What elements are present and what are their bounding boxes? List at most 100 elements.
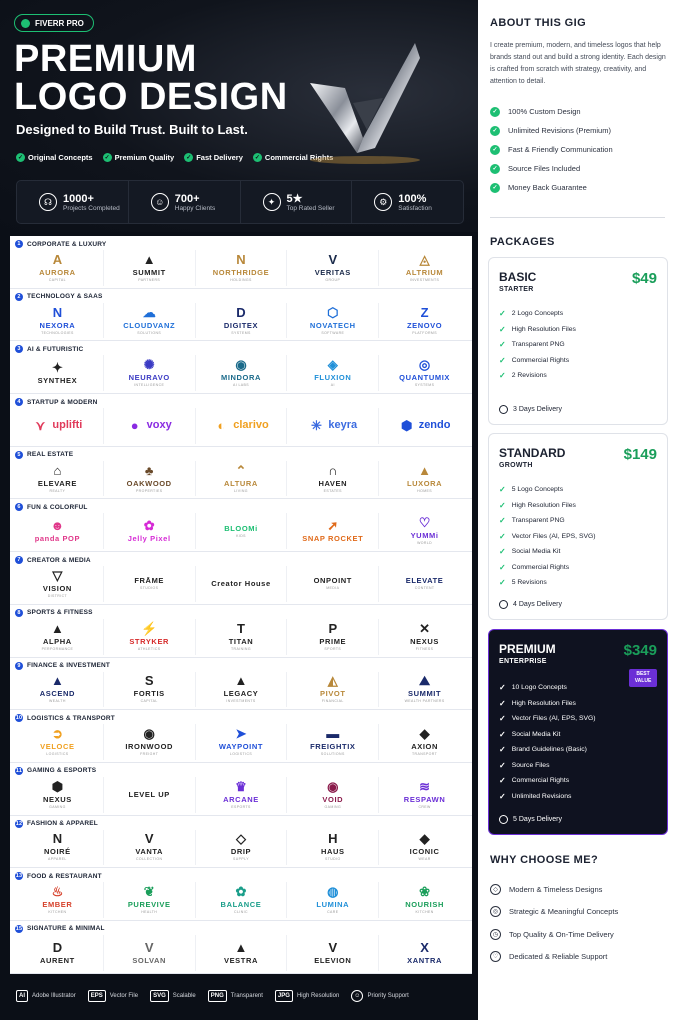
logo-name: NOURISH	[405, 900, 444, 910]
logo-card[interactable]: ☁ CLOUDVANZ SOLUTIONS	[104, 302, 196, 339]
logo-tagline: STUDIOS	[140, 586, 159, 591]
category-section: 10 LOGISTICS & TRANSPORT ➲ VELOCE LOGISTICS ◉…	[10, 710, 472, 763]
logo-card[interactable]: ELEVATE CONTENT	[379, 566, 470, 602]
logo-card[interactable]: ◈ FLUXION AI	[287, 355, 380, 392]
logo-name: SNAP ROCKET	[302, 534, 364, 544]
logo-card[interactable]: ⌂ ELEVARE REALTY	[12, 460, 104, 497]
format-label: High Resolution	[296, 993, 340, 999]
logo-card[interactable]: N NOIRÉ APPAREL	[12, 829, 104, 866]
logo-card[interactable]: S FORTIS CAPITAL	[104, 671, 196, 708]
logo-card[interactable]: ⬡ NOVATECH SOFTWARE	[287, 302, 380, 339]
logo-tagline: SPORTS	[324, 646, 342, 651]
feature-item: ✓ Transparent PNG	[499, 340, 565, 350]
logo-tagline: SOLUTIONS	[137, 330, 162, 335]
logo-card[interactable]: A AURORA CAPITAL	[12, 250, 104, 286]
logo-card[interactable]: V VANTA COLLECTION	[104, 829, 196, 866]
logo-card[interactable]: H HAUS STUDIO	[287, 829, 380, 866]
logo-card[interactable]: ⋎ uplifti	[12, 408, 104, 444]
logo-card[interactable]: ✿ Jelly Pixel	[104, 513, 196, 550]
logo-card[interactable]: ◬ ALTRIUM INVESTMENTS	[379, 250, 470, 286]
logo-card[interactable]: ✦ SYNTHEX	[12, 355, 104, 392]
logo-card[interactable]: ◉ VOID GAMING	[287, 776, 380, 813]
logo-card[interactable]: Z ZENOVO PLATFORMS	[379, 303, 470, 339]
stat-projects: ☊ 1000+ Projects Completed	[17, 181, 129, 223]
logo-name: MINDORA	[220, 373, 261, 383]
logo-card[interactable]: ✳ keyra	[287, 408, 380, 444]
logo-name: VELOCE	[40, 742, 75, 752]
logo-card[interactable]: D DIGITEX SYSTEMS	[196, 302, 288, 339]
logo-card[interactable]: ◎ QUANTUMIX SYSTEMS	[379, 355, 470, 391]
feature-item: ✓ 2 Revisions	[499, 371, 547, 381]
logo-card[interactable]: ➲ VELOCE LOGISTICS	[12, 724, 104, 760]
logo-card[interactable]: LEVEL UP	[104, 776, 196, 813]
package-premium[interactable]: PREMIUM ENTERPRISE $349 BEST VALUE ✓ 10 Logo …	[488, 629, 668, 835]
logo-card[interactable]: ⌃ ALTURA LIVING	[196, 460, 288, 497]
logo-card[interactable]: ▬ FREIGHTIX SOLUTIONS	[287, 724, 380, 760]
logo-card[interactable]: V VERITAS GROUP	[287, 250, 380, 286]
logo-card[interactable]: ⬢ NEXUS GAMING	[12, 776, 104, 813]
format-item: SVG Scalable	[150, 990, 196, 1002]
logo-card[interactable]: ▲ VESTRA	[196, 934, 288, 971]
logo-card[interactable]: ⛰ SUMMIT WEALTH PARTNERS	[379, 672, 470, 708]
logo-card[interactable]: ❀ NOURISH KITCHEN	[379, 882, 470, 918]
clock-icon: ◷	[490, 928, 501, 940]
package-name: STANDARD	[499, 446, 566, 460]
logo-card[interactable]: ● voxy	[104, 408, 196, 444]
logo-card[interactable]: ▲ ALPHA PERFORMANCE	[12, 618, 104, 655]
category-header: 12 FASHION & APPAREL	[15, 819, 98, 828]
logo-card[interactable]: ◭ PIVOT FINANCIAL	[287, 671, 380, 708]
logo-card[interactable]: ◍ LUMINA CARE	[287, 882, 380, 918]
logo-card[interactable]: ✿ BALANCE CLINIC	[196, 882, 288, 918]
logo-card[interactable]: ▲ ASCEND WEALTH	[12, 671, 104, 708]
feature-item: ✓ 5 Logo Concepts	[499, 485, 564, 495]
logo-tagline: TRAINING	[231, 646, 251, 651]
logo-card[interactable]: ◆ ICONIC WEAR	[379, 830, 470, 866]
logo-card[interactable]: V ELEVION	[287, 934, 380, 971]
logo-card[interactable]: Creator House	[196, 566, 288, 602]
logo-card[interactable]: FRĀME STUDIOS	[104, 566, 196, 602]
category-number: 2	[15, 292, 23, 301]
logo-mark-icon: ◈	[327, 357, 338, 373]
logo-card[interactable]: ◉ IRONWOOD FREIGHT	[104, 724, 196, 760]
logo-card[interactable]: ♣ OAKWOOD PROPERTIES	[104, 460, 196, 497]
logo-card[interactable]: ✕ NEXUS FITNESS	[379, 619, 470, 655]
logo-card[interactable]: ▲ SUMMIT PARTNERS	[104, 250, 196, 286]
logo-card[interactable]: T TITAN TRAINING	[196, 618, 288, 655]
logo-card[interactable]: ≋ RESPAWN CREW	[379, 777, 470, 813]
logo-card[interactable]: ∩ HAVEN ESTATES	[287, 460, 380, 497]
logo-card[interactable]: ◐ clarivo	[196, 408, 288, 444]
package-subtitle: ENTERPRISE	[499, 658, 547, 665]
category-title: CORPORATE & LUXURY	[27, 240, 107, 248]
logo-card[interactable]: N NORTHRIDGE HOLDINGS	[196, 250, 288, 286]
logo-card[interactable]: ▲ LUXORA HOMES	[379, 461, 470, 497]
logo-tagline: DISTRICT	[47, 593, 68, 598]
logo-card[interactable]: ◇ DRIP SUPPLY	[196, 829, 288, 866]
logo-card[interactable]: ◉ MINDORA AI LABS	[196, 355, 288, 392]
logo-row: ✦ SYNTHEX ✺ NEURAVO INTELLIGENCE ◉ MINDORA AI L…	[12, 355, 470, 392]
package-standard[interactable]: STANDARD GROWTH $149 ✓ 5 Logo Concepts ✓ High …	[488, 433, 668, 620]
logo-card[interactable]: V SOLVAN	[104, 934, 196, 971]
logo-name: VANTA	[135, 847, 164, 857]
logo-card[interactable]: ☻ panda POP	[12, 513, 104, 550]
logo-card[interactable]: ❦ PUREVIVE HEALTH	[104, 882, 196, 918]
logo-card[interactable]: ➚ SNAP ROCKET	[287, 513, 380, 550]
logo-card[interactable]: ▲ LEGACY INVESTMENTS	[196, 671, 288, 708]
logo-card[interactable]: ⚡ STRYKER ATHLETICS	[104, 618, 196, 655]
logo-card[interactable]: D AURENT	[12, 934, 104, 971]
logo-card[interactable]: N NEXORA TECHNOLOGIES	[12, 302, 104, 339]
logo-card[interactable]: ➤ WAYPOINT LOGISTICS	[196, 724, 288, 760]
logo-card[interactable]: ▽ VISION DISTRICT	[12, 566, 104, 602]
logo-card[interactable]: ♨ EMBER KITCHEN	[12, 882, 104, 918]
logo-card[interactable]: ♡ YUMMi WORLD	[379, 513, 470, 549]
logo-mark-icon: ✦	[51, 360, 63, 376]
logo-card[interactable]: ⬢ zendo	[379, 408, 470, 444]
logo-card[interactable]: ✺ NEURAVO INTELLIGENCE	[104, 355, 196, 392]
logo-card[interactable]: ♛ ARCANE ESPORTS	[196, 776, 288, 813]
logo-card[interactable]: X XANTRA	[379, 935, 470, 971]
logo-card[interactable]: BLOOMi KIDS	[196, 513, 288, 550]
package-basic[interactable]: BASIC STARTER $49 ✓ 2 Logo Concepts ✓ High Res…	[488, 257, 668, 425]
logo-card[interactable]: ◆ AXION TRANSPORT	[379, 724, 470, 760]
logo-card[interactable]: P PRIME SPORTS	[287, 618, 380, 655]
logo-mark-icon: V	[328, 939, 338, 955]
logo-card[interactable]: ONPOINT MEDIA	[287, 566, 380, 602]
